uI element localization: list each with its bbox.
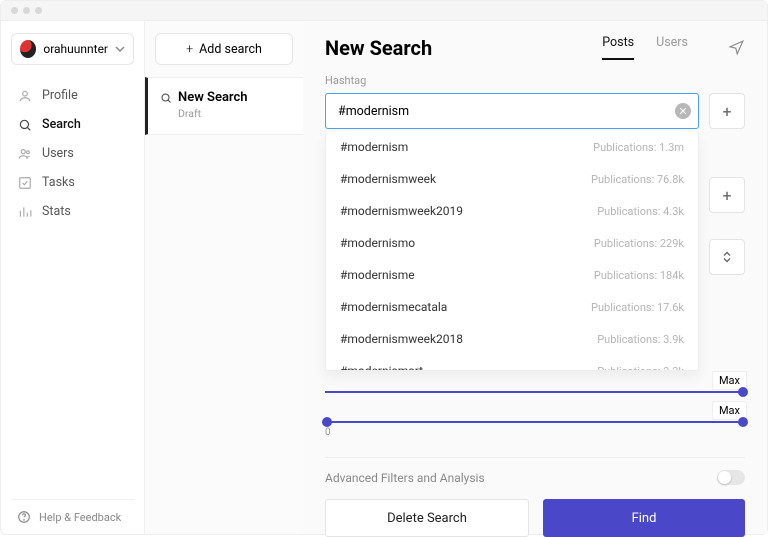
suggestion-tag: #modernismo	[340, 236, 415, 250]
search-icon	[17, 117, 32, 132]
plus-icon: +	[186, 42, 193, 57]
clear-input-button[interactable]: ✕	[675, 103, 691, 119]
suggestion-count: Publications: 76.8k	[591, 173, 684, 186]
page-title: New Search	[325, 36, 432, 60]
suggestion-count: Publications: 229k	[594, 237, 684, 250]
sidebar-item-label: Users	[42, 146, 74, 161]
account-name: orahuunnter	[43, 42, 108, 56]
search-list-panel: + Add search New Search Draft	[145, 21, 303, 534]
suggestion-tag: #modernismweek2018	[340, 332, 463, 346]
tab-posts[interactable]: Posts	[602, 35, 634, 60]
add-search-button[interactable]: + Add search	[155, 33, 293, 65]
suggestion-item[interactable]: #modernism Publications: 1.3m	[326, 131, 698, 163]
bar-chart-icon	[17, 204, 32, 219]
paper-plane-icon[interactable]	[728, 39, 745, 56]
search-list-item[interactable]: New Search Draft	[145, 77, 303, 135]
help-feedback-link[interactable]: Help & Feedback	[11, 499, 134, 534]
traffic-light-dot[interactable]	[23, 7, 30, 14]
range-slider-2[interactable]: Max 0	[325, 421, 745, 423]
add-filter-button[interactable]: +	[709, 177, 745, 213]
main-panel: New Search Posts Users Hashtag ✕ #modern…	[303, 21, 767, 534]
advanced-filters-label: Advanced Filters and Analysis	[325, 471, 485, 485]
delete-search-button[interactable]: Delete Search	[325, 499, 529, 537]
suggestion-item[interactable]: #modernismweek2018 Publications: 3.9k	[326, 323, 698, 355]
hashtag-input[interactable]	[325, 93, 699, 129]
suggestion-tag: #modernism	[340, 140, 408, 154]
find-button[interactable]: Find	[543, 499, 745, 537]
search-icon	[160, 92, 172, 104]
suggestion-item[interactable]: #modernismart Publications: 2.3k	[326, 355, 698, 371]
suggestion-tag: #modernisme	[340, 268, 415, 282]
sidebar-item-label: Stats	[42, 204, 71, 219]
sidebar-item-label: Search	[42, 117, 81, 132]
hashtag-field-label: Hashtag	[325, 74, 745, 87]
check-square-icon	[17, 175, 32, 190]
advanced-filters-toggle[interactable]	[717, 470, 745, 485]
chevron-down-icon	[115, 44, 125, 54]
hashtag-suggestions-dropdown: #modernism Publications: 1.3m #modernismwe…	[325, 131, 699, 371]
avatar	[20, 40, 36, 58]
traffic-light-dot[interactable]	[11, 7, 18, 14]
help-label: Help & Feedback	[39, 511, 121, 524]
sidebar-item-profile[interactable]: Profile	[1, 81, 144, 110]
suggestion-count: Publications: 1.3m	[593, 141, 684, 154]
slider-min-label: 0	[325, 427, 331, 438]
user-icon	[17, 88, 32, 103]
sort-button[interactable]	[709, 239, 745, 275]
sidebar-item-users[interactable]: Users	[1, 139, 144, 168]
sidebar-item-label: Tasks	[42, 175, 75, 190]
range-slider-1[interactable]: Max	[325, 391, 745, 393]
suggestion-count: Publications: 4.3k	[597, 205, 684, 218]
search-card-status: Draft	[178, 107, 291, 120]
suggestion-count: Publications: 184k	[594, 269, 684, 282]
hashtag-input-wrap: ✕ #modernismPublications: 1.3m#modernism…	[325, 93, 699, 129]
window-titlebar	[1, 1, 767, 21]
users-icon	[17, 146, 32, 161]
account-switcher[interactable]: orahuunnter	[11, 33, 134, 65]
suggestion-item[interactable]: #modernismecatala Publications: 17.6k	[326, 291, 698, 323]
slider-handle[interactable]	[322, 417, 332, 427]
sidebar-item-stats[interactable]: Stats	[1, 197, 144, 226]
suggestion-count: Publications: 17.6k	[591, 301, 684, 314]
sidebar-item-label: Profile	[42, 88, 78, 103]
sidebar-nav: Profile Search Users	[1, 75, 144, 232]
suggestion-tag: #modernismweek2019	[340, 204, 463, 218]
search-card-title: New Search	[178, 90, 248, 105]
content-type-tabs: Posts Users	[602, 35, 688, 60]
suggestion-tag: #modernismecatala	[340, 300, 447, 314]
add-search-label: Add search	[199, 42, 262, 57]
suggestion-item[interactable]: #modernismweek Publications: 76.8k	[326, 163, 698, 195]
slider-handle[interactable]	[738, 387, 748, 397]
help-icon	[17, 510, 31, 524]
sidebar-item-search[interactable]: Search	[1, 110, 144, 139]
add-hashtag-button[interactable]: +	[709, 93, 745, 129]
sidebar: orahuunnter Profile Search	[1, 21, 145, 534]
suggestion-count: Publications: 3.9k	[597, 333, 684, 346]
slider-handle[interactable]	[738, 417, 748, 427]
suggestion-item[interactable]: #modernismweek2019 Publications: 4.3k	[326, 195, 698, 227]
suggestion-item[interactable]: #modernisme Publications: 184k	[326, 259, 698, 291]
suggestion-count: Publications: 2.3k	[597, 365, 684, 372]
suggestion-tag: #modernismweek	[340, 172, 436, 186]
tab-users[interactable]: Users	[656, 35, 688, 60]
suggestion-item[interactable]: #modernismo Publications: 229k	[326, 227, 698, 259]
sidebar-item-tasks[interactable]: Tasks	[1, 168, 144, 197]
traffic-light-dot[interactable]	[35, 7, 42, 14]
suggestion-tag: #modernismart	[340, 364, 423, 371]
